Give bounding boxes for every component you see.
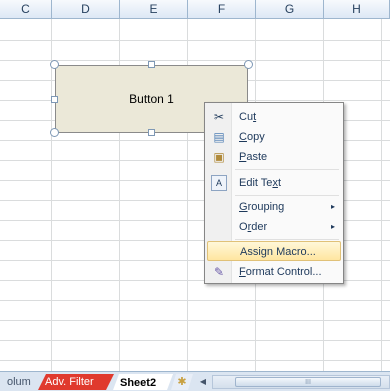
submenu-arrow-icon: ▸ <box>330 222 335 231</box>
sheet-tab-adv-filter[interactable]: Adv. Filter <box>38 374 114 390</box>
resize-handle-bottom[interactable] <box>148 129 155 136</box>
column-header-row: C D E F G H <box>0 0 390 19</box>
menu-item-order-label: Order <box>239 221 268 233</box>
submenu-arrow-icon: ▸ <box>330 202 335 211</box>
column-header-e[interactable]: E <box>120 0 188 18</box>
menu-separator <box>235 169 339 170</box>
menu-item-edit-text-label: Edit Text <box>239 177 281 189</box>
menu-item-format-control[interactable]: ✎ Format Control... <box>207 262 341 282</box>
sheet-tab-sheet2[interactable]: Sheet2 <box>113 374 173 390</box>
menu-item-grouping-label: Grouping <box>239 201 285 213</box>
resize-handle-top-right[interactable] <box>244 60 253 69</box>
menu-item-edit-text[interactable]: A Edit Text <box>207 173 341 193</box>
resize-handle-bottom-left[interactable] <box>50 128 59 137</box>
excel-window: C D E F G H Button 1 ✂ Cut ▤ Copy ▣ Past… <box>0 0 390 391</box>
resize-handle-left[interactable] <box>51 96 58 103</box>
menu-item-cut-label: Cut <box>239 111 257 123</box>
horizontal-scrollbar[interactable]: III <box>212 375 390 389</box>
resize-handle-top[interactable] <box>148 61 155 68</box>
clipboard-icon: ▣ <box>213 150 225 164</box>
context-menu: ✂ Cut ▤ Copy ▣ Paste A Edit Text Groupin… <box>204 102 344 284</box>
scissors-icon: ✂ <box>213 110 225 124</box>
column-header-g[interactable]: G <box>256 0 324 18</box>
scroll-left-arrow-icon[interactable]: ◀ <box>196 375 210 389</box>
column-header-c[interactable]: C <box>0 0 52 18</box>
sheet-tab-partial[interactable]: olum <box>0 374 38 390</box>
scrollbar-thumb[interactable]: III <box>235 377 381 387</box>
copy-icon: ▤ <box>213 130 225 144</box>
menu-item-assign-macro[interactable]: Assign Macro... <box>207 241 341 261</box>
menu-item-format-control-label: Format Control... <box>239 266 322 278</box>
text-box-icon: A <box>211 175 227 191</box>
resize-handle-top-left[interactable] <box>50 60 59 69</box>
menu-item-copy[interactable]: ▤ Copy <box>207 127 341 147</box>
sheet-tab-bar: olum Adv. Filter Sheet2 ✱ ◀ III <box>0 371 390 391</box>
menu-item-grouping[interactable]: Grouping ▸ <box>207 197 341 217</box>
menu-item-paste-label: Paste <box>239 151 268 163</box>
column-header-h[interactable]: H <box>324 0 390 18</box>
menu-item-cut[interactable]: ✂ Cut <box>207 107 341 127</box>
menu-item-assign-macro-label: Assign Macro... <box>240 246 316 258</box>
menu-item-copy-label: Copy <box>239 131 265 143</box>
menu-item-paste[interactable]: ▣ Paste <box>207 147 341 167</box>
column-header-d[interactable]: D <box>52 0 120 18</box>
menu-item-order[interactable]: Order ▸ <box>207 217 341 237</box>
insert-sheet-icon[interactable]: ✱ <box>171 374 193 390</box>
format-control-icon: ✎ <box>213 265 225 279</box>
menu-separator <box>235 239 339 240</box>
form-button-label: Button 1 <box>129 92 174 106</box>
column-header-f[interactable]: F <box>188 0 256 18</box>
menu-separator <box>235 195 339 196</box>
